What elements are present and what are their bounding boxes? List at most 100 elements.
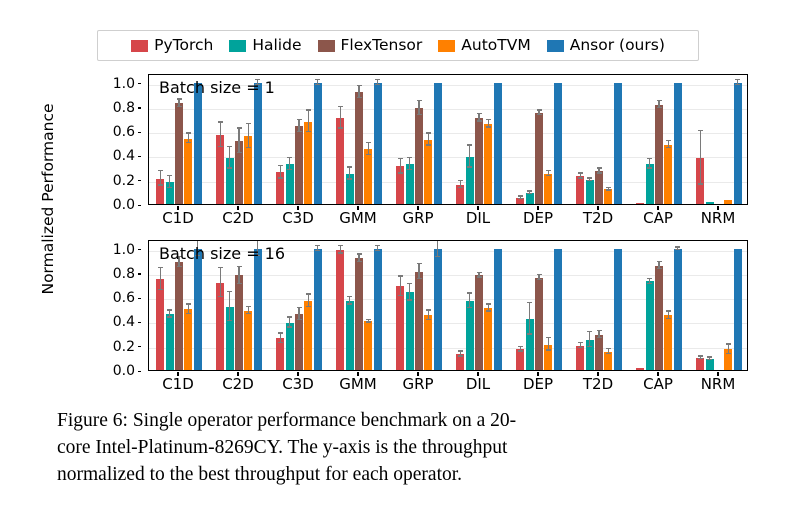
- legend-item-halide[interactable]: Halide: [229, 35, 302, 54]
- error-bar-cap: [425, 144, 431, 146]
- error-bar-cap: [485, 303, 491, 305]
- y-tick-label: 1.0: [112, 241, 135, 258]
- x-axis-ticks-batch-1: C1D C2D C3D GMM GRP DIL DEP T2D CAP NRM: [148, 206, 748, 228]
- error-bar-cap: [596, 337, 602, 339]
- x-tick-label-gmm: GMM: [339, 375, 377, 393]
- legend-item-ansor-ours[interactable]: Ansor (ours): [546, 37, 665, 54]
- bar-group-cap: [629, 75, 689, 204]
- bar-group-grp: [389, 75, 449, 204]
- error-bar-cap: [356, 84, 362, 87]
- x-tick-label-c1d: C1D: [162, 209, 194, 227]
- error-bar-cap: [305, 293, 311, 295]
- error-bar-cap: [735, 78, 741, 81]
- error-bar-cap: [457, 186, 463, 189]
- error-bar-cap: [287, 326, 293, 328]
- error-bar-cap: [315, 249, 321, 252]
- error-bar-cap: [605, 352, 611, 355]
- error-bar-cap: [416, 263, 422, 265]
- error-bar-cap: [587, 177, 593, 179]
- legend-item-autotvm[interactable]: AutoTVM: [438, 37, 531, 54]
- bar: [336, 117, 345, 204]
- bar: [345, 300, 354, 370]
- x-tick-mark: [237, 206, 239, 210]
- bar: [433, 82, 442, 204]
- error-bar-cap: [296, 306, 302, 309]
- error-bar-cap: [217, 266, 223, 269]
- y-tick-mark: [137, 155, 141, 158]
- error-bar-cap: [435, 255, 441, 258]
- bar: [493, 82, 502, 204]
- x-tick-label-dil: DIL: [465, 209, 491, 227]
- error-bar-cap: [517, 195, 523, 197]
- bar: [544, 173, 553, 204]
- error-bar-cap: [577, 177, 583, 179]
- bar-group-grp: [389, 241, 449, 370]
- error-bar-cap: [735, 83, 741, 86]
- x-tick-mark: [297, 206, 299, 210]
- legend-label: Halide: [252, 35, 302, 54]
- bar-group-c3d: [269, 75, 329, 204]
- error-bar-cap: [255, 241, 261, 242]
- bar: [636, 203, 645, 204]
- error-bar-cap: [287, 316, 293, 318]
- y-tick-mark: [137, 321, 141, 324]
- bar: [664, 315, 673, 370]
- bar: [253, 82, 262, 204]
- bar: [673, 82, 682, 204]
- y-tick-mark: [137, 346, 141, 348]
- bar: [604, 351, 613, 370]
- bar-group-nrm: [689, 75, 747, 204]
- y-tick-label: 0.4: [112, 148, 135, 165]
- error-bar-cap: [536, 114, 542, 116]
- bar: [733, 82, 742, 204]
- y-tick-mark: [137, 370, 141, 372]
- legend-item-flextensor[interactable]: FlexTensor: [317, 37, 422, 54]
- bar: [654, 265, 664, 370]
- x-tick-label-gmm: GMM: [339, 209, 377, 227]
- bar-group-gmm: [329, 75, 389, 204]
- error-bar-cap: [545, 169, 551, 172]
- error-bar-cap: [227, 290, 233, 293]
- y-tick-mark: [137, 131, 141, 133]
- error-bar-cap: [545, 337, 551, 339]
- bar: [705, 201, 714, 204]
- x-tick-mark: [357, 372, 359, 376]
- error-bar-cap: [577, 346, 583, 349]
- x-tick-mark: [717, 372, 719, 376]
- error-bar-cap: [305, 305, 311, 307]
- error-bar-cap: [176, 105, 182, 107]
- bar: [424, 139, 433, 204]
- error-bar-cap: [157, 184, 163, 186]
- error-bar-cap: [337, 105, 343, 107]
- chart-panel-batch-1: Batch size = 1: [148, 74, 748, 205]
- error-bar-cap: [517, 345, 523, 347]
- bar: [354, 92, 364, 204]
- caption-line: Figure 6: Single operator performance be…: [57, 410, 517, 431]
- error-bar-cap: [227, 167, 233, 169]
- error-bar-cap: [587, 331, 593, 333]
- error-bar: [399, 276, 402, 297]
- bar: [285, 322, 294, 370]
- bar: [336, 249, 345, 370]
- error-bar-cap: [157, 169, 163, 172]
- bar: [244, 310, 253, 370]
- bar: [613, 248, 622, 370]
- x-tick-label-t2d: T2D: [582, 375, 614, 393]
- error-bar-cap: [476, 112, 482, 115]
- bar: [364, 149, 373, 204]
- error-bar-cap: [167, 186, 173, 189]
- x-tick-label-cap: CAP: [643, 209, 673, 227]
- error-bar: [238, 128, 240, 154]
- bar: [373, 82, 382, 204]
- bar: [525, 193, 534, 204]
- legend-item-pytorch[interactable]: PyTorch: [131, 37, 213, 54]
- error-bar-cap: [397, 172, 403, 174]
- bar-group-dep: [509, 75, 569, 204]
- error-bar-cap: [647, 157, 653, 160]
- bar-group-gmm: [329, 241, 389, 370]
- x-tick-label-c2d: C2D: [222, 209, 254, 227]
- error-bar-cap: [287, 156, 293, 158]
- error-bar-cap: [347, 166, 353, 168]
- error-bar-cap: [467, 306, 473, 309]
- bar: [645, 281, 654, 370]
